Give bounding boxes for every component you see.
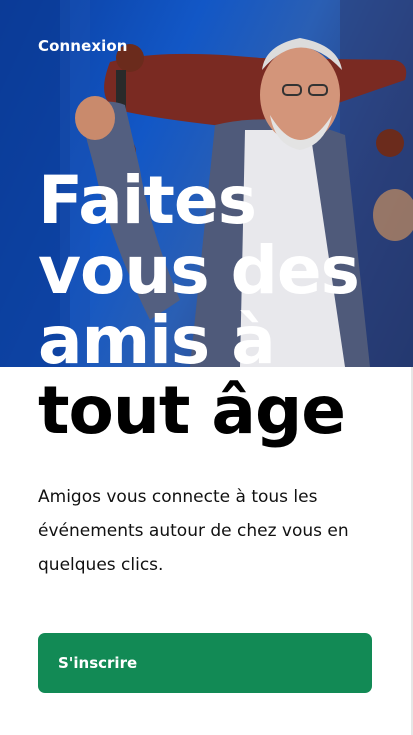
headline-line-2: vous des [38, 232, 360, 309]
headline-line-3: amis à [38, 302, 276, 379]
description-text: Amigos vous connecte à tous les événemen… [38, 487, 349, 575]
headline-line-1: Faites [38, 162, 257, 239]
signup-button[interactable]: S'inscrire [38, 633, 372, 693]
page-title: Faites vous des amis à tout âge [38, 166, 398, 446]
login-link[interactable]: Connexion [38, 37, 128, 55]
signup-button-label: S'inscrire [58, 654, 138, 672]
headline-line-4: tout âge [38, 372, 346, 449]
